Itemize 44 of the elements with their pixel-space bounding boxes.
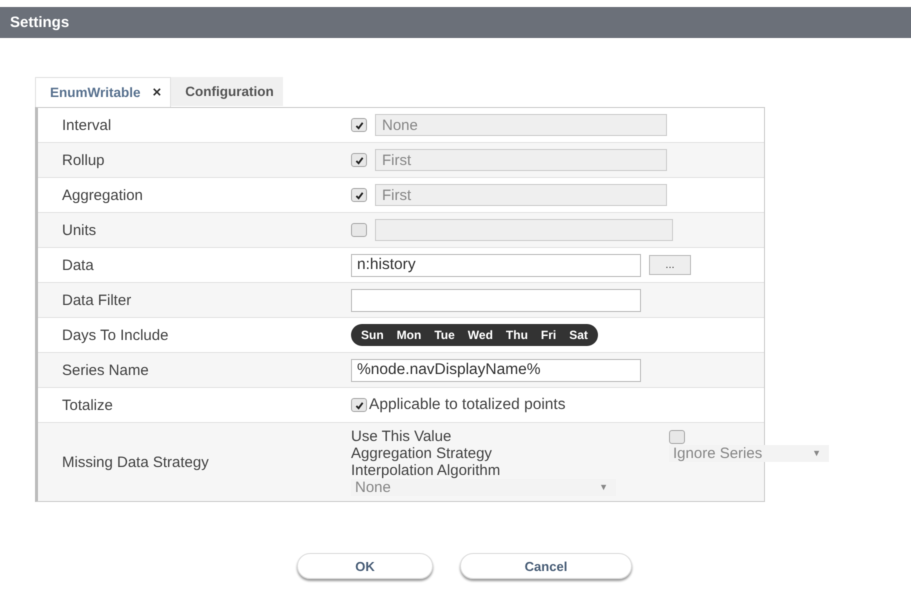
option-label: Use This Value bbox=[351, 428, 452, 445]
input-field[interactable] bbox=[351, 288, 641, 312]
row-label: Days To Include bbox=[62, 326, 168, 344]
row-label: Data bbox=[62, 256, 94, 274]
row-label: Rollup bbox=[62, 152, 105, 168]
check-icon bbox=[354, 190, 364, 200]
checkbox[interactable] bbox=[351, 153, 367, 167]
ok-button[interactable]: OK bbox=[297, 553, 433, 579]
input-field[interactable] bbox=[375, 219, 673, 241]
checkbox[interactable] bbox=[351, 398, 367, 412]
input-field[interactable]: n:history bbox=[351, 254, 641, 276]
row-label: Totalize bbox=[62, 396, 113, 414]
option-label: Interpolation Algorithm bbox=[351, 462, 502, 479]
input-field[interactable]: %node.navDisplayName% bbox=[351, 358, 641, 382]
check-icon bbox=[354, 400, 364, 410]
tab[interactable]: Configuration bbox=[171, 77, 283, 106]
option-label: Aggregation Strategy bbox=[351, 445, 493, 462]
window-title: Settings bbox=[10, 14, 70, 31]
checkbox[interactable] bbox=[351, 118, 367, 132]
row-label: Data Filter bbox=[62, 292, 132, 308]
tab-label: Configuration bbox=[185, 84, 274, 99]
browse-button[interactable]: ... bbox=[649, 255, 691, 275]
tab-label: EnumWritable bbox=[50, 85, 141, 100]
checkbox[interactable] bbox=[669, 430, 685, 444]
check-icon bbox=[354, 156, 364, 164]
day-toggle[interactable]: Fri bbox=[540, 328, 556, 342]
day-toggle[interactable]: Mon bbox=[396, 328, 422, 342]
cancel-button[interactable]: Cancel bbox=[460, 553, 632, 579]
tab[interactable]: EnumWritable × bbox=[35, 77, 172, 107]
checkbox[interactable] bbox=[351, 188, 367, 202]
checkbox[interactable] bbox=[351, 223, 367, 237]
day-toggle[interactable]: Thu bbox=[506, 328, 528, 342]
day-toggle[interactable]: Tue bbox=[434, 328, 455, 342]
day-toggle[interactable]: Sat bbox=[569, 328, 588, 342]
close-icon[interactable]: × bbox=[152, 84, 162, 101]
check-icon bbox=[354, 120, 364, 130]
day-toggle[interactable]: Wed bbox=[468, 328, 493, 342]
checkbox-label: Applicable to totalized points bbox=[369, 396, 566, 414]
day-toggle[interactable]: Sun bbox=[361, 328, 384, 342]
row-label: Units bbox=[62, 222, 96, 238]
row-label: Aggregation bbox=[62, 186, 143, 204]
row-label: Missing Data Strategy bbox=[62, 454, 209, 470]
row-label: Series Name bbox=[62, 362, 149, 378]
row-label: Interval bbox=[62, 116, 112, 134]
